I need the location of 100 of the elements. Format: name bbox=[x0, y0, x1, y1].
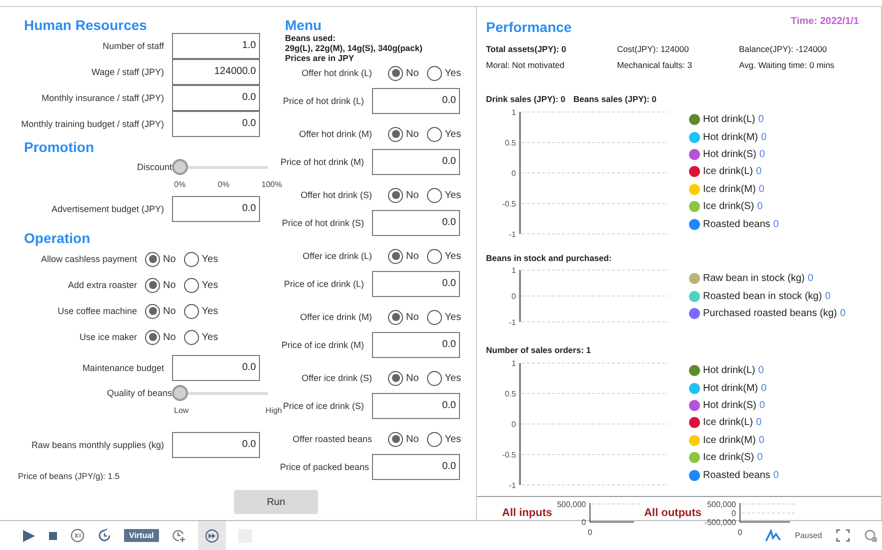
radio-button[interactable]: No bbox=[388, 126, 419, 142]
fast-forward-icon[interactable] bbox=[204, 528, 219, 542]
chart-title: Beans in stock and purchased: bbox=[486, 252, 612, 264]
radio-button[interactable]: Yes bbox=[426, 66, 462, 80]
radio-button[interactable]: No bbox=[388, 432, 419, 446]
stat-text: Mechanical faults: 3 bbox=[617, 59, 694, 72]
legend-value: 0 bbox=[758, 114, 764, 126]
number-field[interactable]: 0.0 bbox=[372, 210, 460, 236]
stat-text: Cost(JPY): 124000 bbox=[617, 43, 690, 56]
legend-value: 0 bbox=[758, 365, 764, 376]
panel-title: Performance bbox=[486, 18, 572, 35]
slider-tick-label: High bbox=[266, 405, 282, 417]
radio-button[interactable]: Yes bbox=[184, 330, 218, 344]
legend-label: Purchased roasted beans (kg) bbox=[703, 308, 837, 319]
radio-button[interactable]: Yes bbox=[184, 278, 218, 292]
number-field[interactable]: 0.0 bbox=[172, 355, 260, 381]
radio-button[interactable]: No bbox=[388, 370, 419, 386]
legend-value: 0 bbox=[759, 400, 765, 411]
number-field[interactable]: 0.0 bbox=[172, 196, 260, 222]
radio-button[interactable]: No bbox=[145, 252, 176, 266]
axis-tick-label: 0 bbox=[512, 420, 516, 429]
number-field[interactable]: 0.0 bbox=[372, 88, 460, 114]
stat-text: Balance(JPY): -124000 bbox=[739, 43, 828, 56]
axis-tick-label: -1 bbox=[508, 230, 516, 239]
field-label: Price of packed beans bbox=[280, 462, 370, 472]
radio-button[interactable]: Yes bbox=[184, 252, 218, 266]
clock-plus-icon[interactable] bbox=[170, 528, 186, 543]
legend-label: Hot drink(S) bbox=[703, 148, 756, 160]
axis-tick-label: -1 bbox=[508, 481, 516, 490]
chart-label: All inputs bbox=[502, 507, 552, 519]
mode-badge[interactable]: Virtual bbox=[124, 529, 159, 542]
radio-button[interactable]: No bbox=[388, 188, 419, 202]
radio-button[interactable]: Yes bbox=[426, 188, 462, 202]
axis-tick-label: 0 bbox=[512, 292, 516, 301]
radio-button[interactable]: No bbox=[145, 304, 176, 318]
axis-tick-label: 1 bbox=[512, 266, 516, 275]
y-axis bbox=[519, 270, 521, 322]
stat-text: Avg. Waiting time: 0 mins bbox=[739, 59, 836, 72]
radio-button[interactable]: Yes bbox=[426, 126, 462, 142]
slider-track[interactable] bbox=[172, 158, 268, 176]
field-label: Price of hot drink (S) bbox=[280, 218, 365, 228]
legend-label: Hot drink(M) bbox=[703, 132, 758, 143]
slider-tick-label: 0% bbox=[218, 179, 230, 191]
slider-label: Discount bbox=[136, 162, 172, 172]
radio-group-label: Use coffee machine bbox=[56, 306, 137, 316]
radio-button[interactable]: Yes bbox=[184, 304, 218, 318]
radio-button[interactable]: Yes bbox=[426, 432, 462, 446]
legend-value: 0 bbox=[840, 308, 846, 319]
axis-tick-label: 0.5 bbox=[504, 138, 516, 148]
slider-thumb[interactable] bbox=[172, 159, 188, 175]
speed-icon[interactable] bbox=[70, 528, 85, 543]
slider-track[interactable] bbox=[172, 384, 268, 402]
run-button[interactable]: Run bbox=[234, 490, 318, 514]
axis-tick-label: 0 bbox=[588, 528, 592, 537]
field-label: Price of ice drink (S) bbox=[282, 401, 365, 411]
chart-line-icon[interactable] bbox=[764, 528, 781, 542]
axis-tick-label: -0.5 bbox=[502, 450, 516, 460]
radio-button[interactable]: Yes bbox=[426, 248, 462, 264]
price-note: Price of beans (JPY/g): 1.5 bbox=[17, 470, 121, 482]
number-field[interactable]: 124000.0 bbox=[172, 59, 260, 85]
radio-button[interactable]: No bbox=[145, 278, 176, 292]
number-field[interactable]: 0.0 bbox=[172, 85, 260, 111]
legend-label: Ice drink(M) bbox=[703, 184, 756, 195]
number-field[interactable]: 0.0 bbox=[172, 111, 260, 137]
legend-value: 0 bbox=[757, 452, 763, 464]
radio-button[interactable]: Yes bbox=[426, 310, 462, 324]
number-field[interactable]: 1.0 bbox=[172, 33, 260, 59]
legend-label: Ice drink(M) bbox=[703, 434, 756, 446]
chart-title: Number of sales orders: 1 bbox=[486, 344, 591, 356]
legend-value: 0 bbox=[758, 184, 764, 195]
radio-button[interactable]: No bbox=[388, 66, 419, 80]
radio-button[interactable]: Yes bbox=[426, 370, 462, 386]
number-field[interactable]: 0.0 bbox=[172, 432, 260, 458]
reset-clock-icon[interactable] bbox=[97, 528, 112, 543]
play-icon[interactable] bbox=[22, 528, 36, 542]
axis-tick-label: 1 bbox=[512, 108, 516, 117]
number-field[interactable]: 0.0 bbox=[372, 149, 460, 175]
axis-tick-label: 0.5 bbox=[504, 390, 516, 398]
slider-tick-label: Low bbox=[174, 405, 189, 417]
number-field[interactable]: 0.0 bbox=[372, 454, 460, 480]
legend-value: 0 bbox=[756, 166, 762, 178]
axis-tick-label: 0 bbox=[512, 169, 516, 178]
number-field[interactable]: 0.0 bbox=[372, 271, 460, 297]
legend-label: Roasted beans bbox=[703, 218, 770, 230]
stop-icon[interactable] bbox=[48, 530, 58, 540]
radio-button[interactable]: No bbox=[145, 330, 176, 344]
radio-group-label: Allow cashless payment bbox=[40, 254, 137, 264]
fast-forward-button[interactable] bbox=[198, 521, 226, 550]
number-field[interactable]: 0.0 bbox=[372, 393, 460, 419]
fullscreen-icon[interactable] bbox=[836, 529, 850, 542]
number-field[interactable]: 0.0 bbox=[372, 332, 460, 358]
legend-label: Ice drink(L) bbox=[703, 417, 754, 428]
radio-button[interactable]: No bbox=[388, 248, 419, 264]
slider-tick-label: 0% bbox=[174, 179, 186, 191]
field-label: Price of hot drink (M) bbox=[280, 157, 365, 167]
radio-button[interactable]: No bbox=[388, 310, 419, 324]
legend-value: 0 bbox=[757, 201, 763, 212]
slider-thumb[interactable] bbox=[172, 385, 188, 401]
chart-title: Beans sales (JPY): 0 bbox=[573, 93, 657, 105]
radio-group-label: Offer hot drink (S) bbox=[300, 190, 372, 200]
